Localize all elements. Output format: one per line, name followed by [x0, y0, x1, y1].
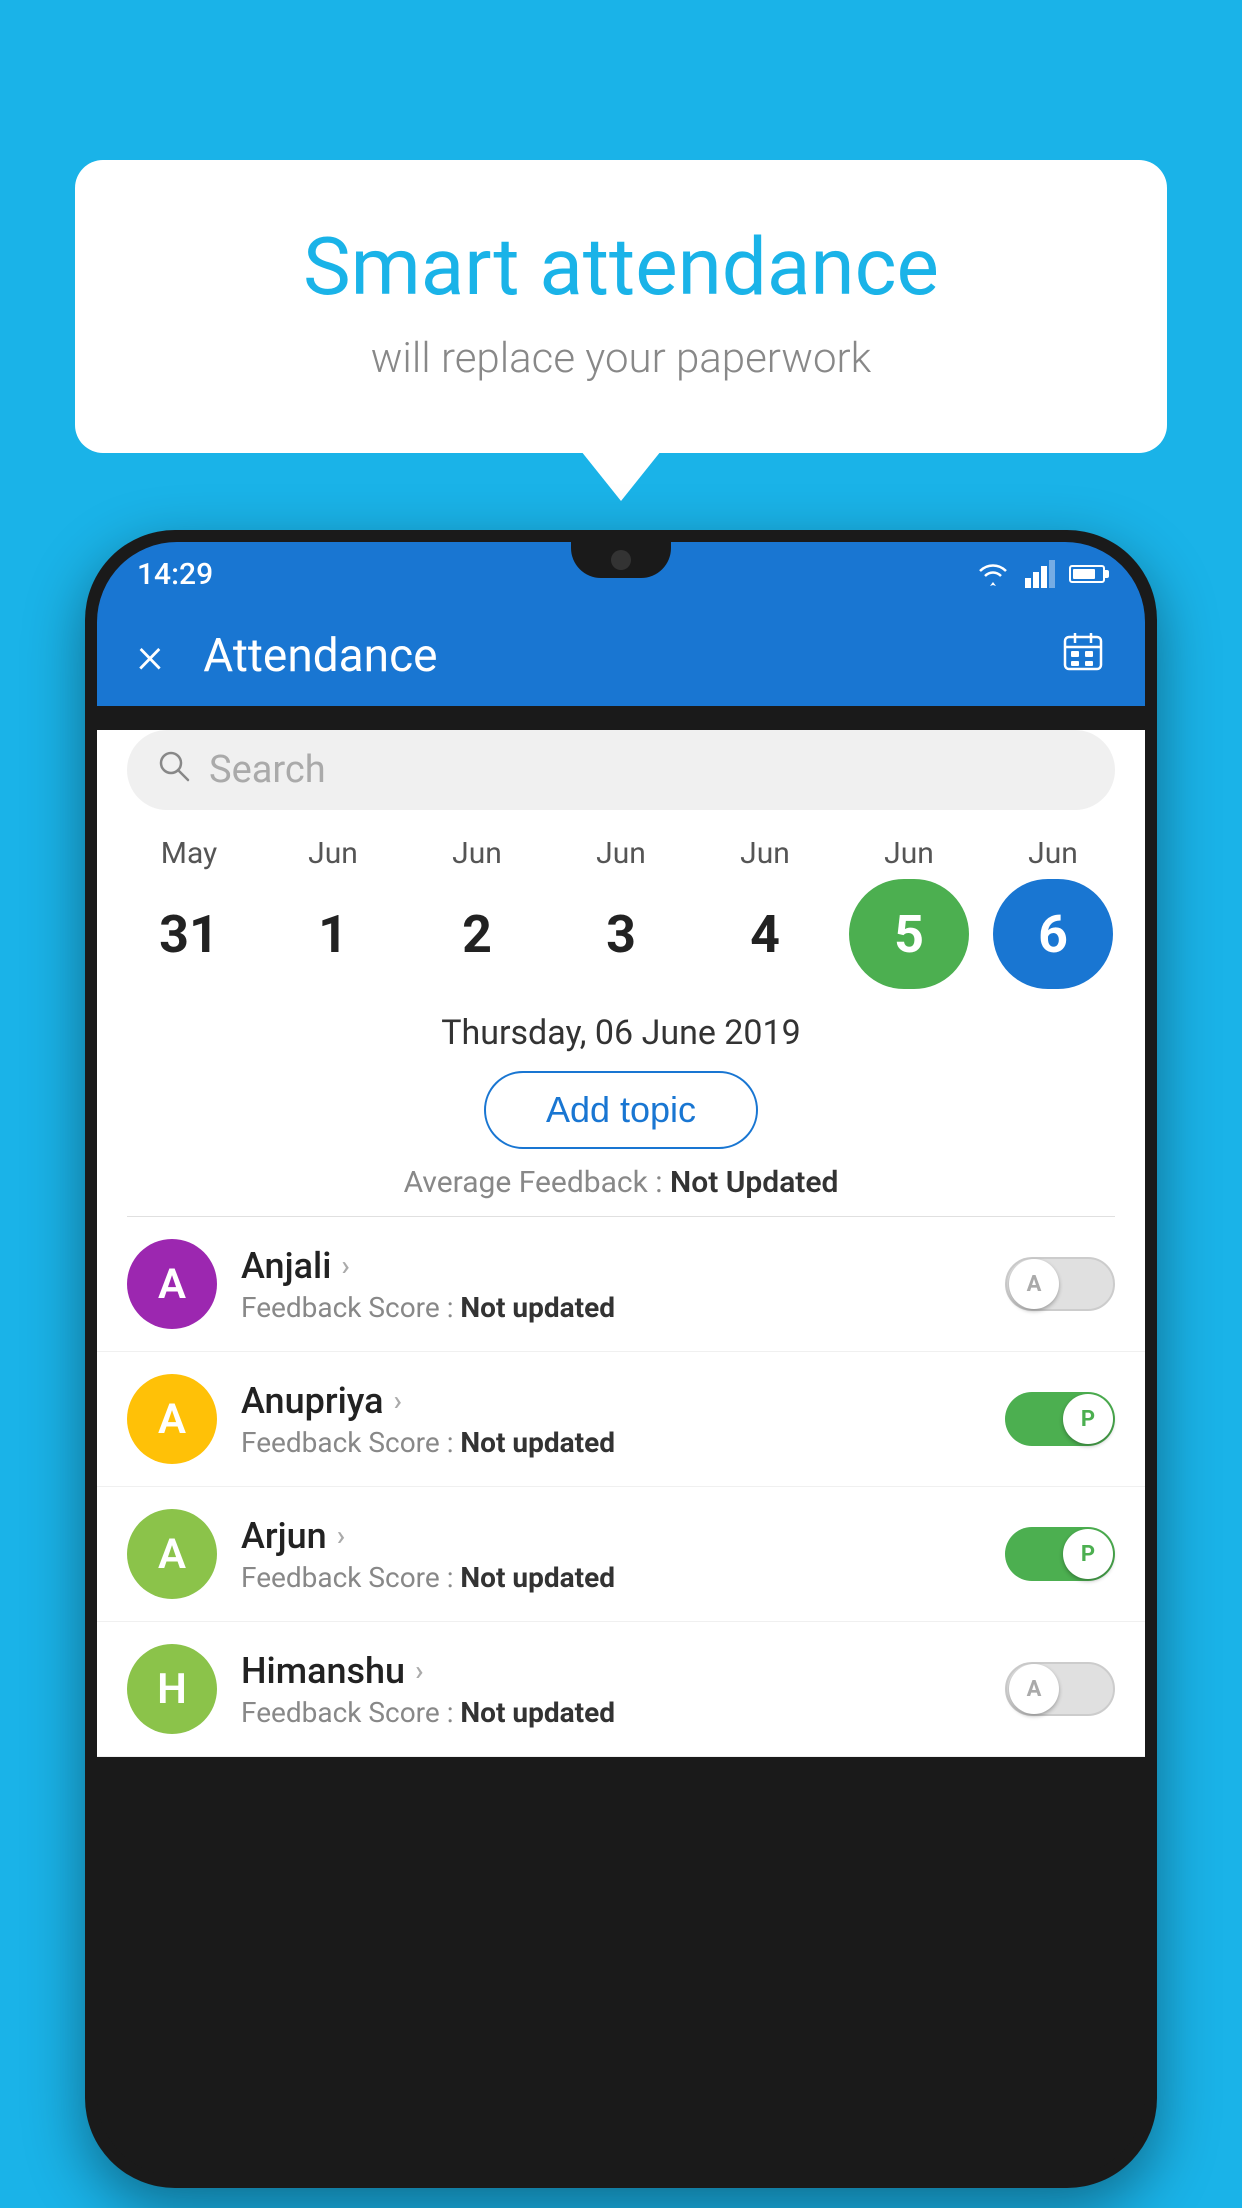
avg-feedback-label: Average Feedback :: [404, 1165, 670, 1200]
student-item[interactable]: A Anjali › Feedback Score : Not updated A: [97, 1217, 1145, 1352]
attendance-toggle[interactable]: P: [1005, 1392, 1115, 1446]
avg-feedback-value: Not Updated: [670, 1165, 838, 1200]
status-bar: 14:29: [97, 542, 1145, 606]
notch-camera: [611, 550, 631, 570]
calendar-month: Jun: [561, 836, 681, 871]
avg-feedback: Average Feedback : Not Updated: [97, 1165, 1145, 1200]
calendar-months: May Jun Jun Jun Jun Jun Jun: [117, 836, 1125, 871]
attendance-toggle[interactable]: P: [1005, 1527, 1115, 1581]
student-list: AAnjali ›Feedback Score : Not updatedAAA…: [97, 1217, 1145, 1757]
student-name: Anupriya ›: [241, 1380, 981, 1422]
signal-icon: [1025, 560, 1055, 588]
speech-bubble-wrapper: Smart attendance will replace your paper…: [75, 160, 1167, 453]
calendar-strip: May Jun Jun Jun Jun Jun Jun 31123456: [97, 826, 1145, 999]
toggle-knob: A: [1009, 1664, 1059, 1714]
student-name: Arjun ›: [241, 1515, 981, 1557]
search-bar[interactable]: Search: [127, 730, 1115, 810]
battery-icon: [1069, 565, 1105, 583]
calendar-date[interactable]: 6: [993, 879, 1113, 989]
attendance-toggle[interactable]: A: [1005, 1662, 1115, 1716]
toggle-knob: A: [1009, 1259, 1059, 1309]
selected-date: Thursday, 06 June 2019: [97, 999, 1145, 1061]
wifi-icon: [975, 560, 1011, 588]
calendar-month: Jun: [705, 836, 825, 871]
calendar-month: Jun: [993, 836, 1113, 871]
student-name: Himanshu ›: [241, 1650, 981, 1692]
phone-frame: 14:29: [85, 530, 1157, 2188]
feedback-score: Feedback Score : Not updated: [241, 1291, 981, 1324]
avatar: A: [127, 1239, 217, 1329]
app-header: × Attendance: [97, 606, 1145, 706]
calendar-month: May: [129, 836, 249, 871]
calendar-date[interactable]: 1: [273, 879, 393, 989]
student-info: Anupriya › Feedback Score : Not updated: [241, 1380, 981, 1459]
calendar-month: Jun: [849, 836, 969, 871]
feedback-score: Feedback Score : Not updated: [241, 1561, 981, 1594]
status-icons: [975, 560, 1105, 588]
calendar-month: Jun: [273, 836, 393, 871]
notch: [571, 542, 671, 578]
add-topic-button[interactable]: Add topic: [484, 1071, 758, 1149]
calendar-date[interactable]: 4: [705, 879, 825, 989]
speech-bubble: Smart attendance will replace your paper…: [75, 160, 1167, 453]
bubble-title: Smart attendance: [155, 220, 1087, 314]
chevron-icon: ›: [415, 1654, 423, 1687]
student-name: Anjali ›: [241, 1245, 981, 1287]
student-item[interactable]: A Arjun › Feedback Score : Not updated P: [97, 1487, 1145, 1622]
calendar-month: Jun: [417, 836, 537, 871]
calendar-icon[interactable]: [1061, 629, 1105, 684]
chevron-icon: ›: [341, 1249, 349, 1282]
close-button[interactable]: ×: [137, 627, 163, 685]
avatar: A: [127, 1374, 217, 1464]
student-info: Anjali › Feedback Score : Not updated: [241, 1245, 981, 1324]
toggle-knob: P: [1063, 1529, 1113, 1579]
calendar-date[interactable]: 2: [417, 879, 537, 989]
attendance-toggle[interactable]: A: [1005, 1257, 1115, 1311]
student-info: Himanshu › Feedback Score : Not updated: [241, 1650, 981, 1729]
calendar-date[interactable]: 3: [561, 879, 681, 989]
phone-inner: 14:29: [97, 542, 1145, 2176]
calendar-date[interactable]: 5: [849, 879, 969, 989]
student-item[interactable]: A Anupriya › Feedback Score : Not updated P: [97, 1352, 1145, 1487]
avatar: A: [127, 1509, 217, 1599]
feedback-score: Feedback Score : Not updated: [241, 1696, 981, 1729]
search-icon: [157, 749, 191, 792]
avatar: H: [127, 1644, 217, 1734]
toggle-knob: P: [1063, 1394, 1113, 1444]
calendar-dates[interactable]: 31123456: [117, 879, 1125, 989]
calendar-date[interactable]: 31: [129, 879, 249, 989]
app-title: Attendance: [203, 629, 1061, 683]
student-info: Arjun › Feedback Score : Not updated: [241, 1515, 981, 1594]
screen-content: Search May Jun Jun Jun Jun Jun Jun 31123456 Th…: [97, 730, 1145, 1757]
chevron-icon: ›: [394, 1384, 402, 1417]
search-input-placeholder: Search: [209, 748, 326, 792]
chevron-icon: ›: [337, 1519, 345, 1552]
feedback-score: Feedback Score : Not updated: [241, 1426, 981, 1459]
bubble-subtitle: will replace your paperwork: [155, 334, 1087, 383]
status-time: 14:29: [137, 557, 213, 592]
student-item[interactable]: H Himanshu › Feedback Score : Not updated A: [97, 1622, 1145, 1757]
